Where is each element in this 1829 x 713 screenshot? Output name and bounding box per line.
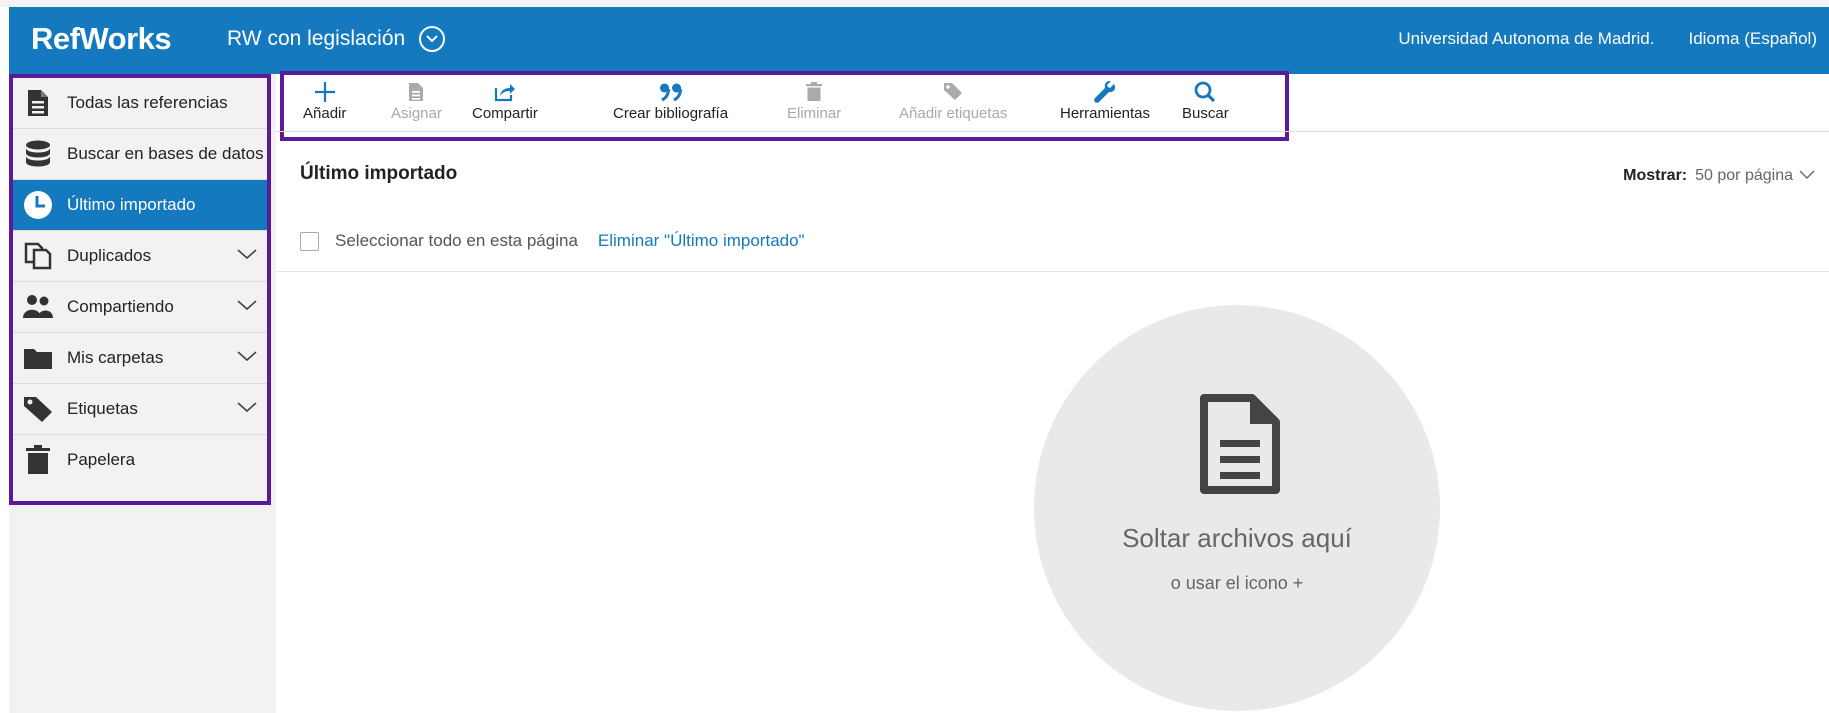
sidebar-item-label: Etiquetas <box>67 399 138 418</box>
sidebar-item-label: Todas las referencias <box>67 93 228 112</box>
create-bibliography-button[interactable]: Crear bibliografía <box>613 81 728 122</box>
plus-icon <box>314 81 336 103</box>
tools-button[interactable]: Herramientas <box>1060 81 1150 122</box>
bibliography-label: Crear bibliografía <box>613 105 729 122</box>
trash-icon <box>806 81 823 103</box>
sidebar-item-all-references[interactable]: Todas las referencias <box>13 78 267 129</box>
tag-icon <box>943 81 963 103</box>
chevron-down-icon[interactable] <box>237 245 257 265</box>
project-selector[interactable]: RW con legislación <box>227 26 446 52</box>
sidebar-item-duplicates[interactable]: Duplicados <box>13 231 267 282</box>
sidebar-item-label: Buscar en bases de datos <box>67 144 264 163</box>
chevron-down-icon[interactable] <box>237 347 257 367</box>
sidebar-item-label: Duplicados <box>67 246 152 265</box>
search-button[interactable]: Buscar <box>1182 81 1229 122</box>
sidebar-item-last-imported[interactable]: Último importado <box>13 180 267 231</box>
dropzone-title: Soltar archivos aquí <box>1122 523 1352 553</box>
share-icon <box>494 81 516 103</box>
header-bar: RefWorks RW con legislación Universidad … <box>9 7 1829 74</box>
select-all-checkbox[interactable] <box>300 231 319 251</box>
project-name: RW con legislación <box>227 27 406 50</box>
share-button[interactable]: Compartir <box>472 81 538 122</box>
document-icon <box>408 81 424 103</box>
toolbar-divider <box>276 131 1829 132</box>
institution-link[interactable]: Universidad Autonoma de Madrid. <box>1398 29 1654 49</box>
add-tags-label: Añadir etiquetas <box>899 105 1008 122</box>
sidebar: Todas las referencias Buscar en bases de… <box>9 74 276 713</box>
delete-label: Eliminar <box>787 105 842 122</box>
content-divider <box>276 271 1829 272</box>
sidebar-item-label: Papelera <box>67 450 136 469</box>
chevron-down-icon[interactable] <box>237 398 257 418</box>
dropzone-hint: o usar el icono + <box>1170 573 1304 593</box>
chevron-down-icon[interactable] <box>419 26 446 52</box>
users-icon <box>23 294 53 320</box>
sidebar-item-label: Último importado <box>67 195 196 214</box>
quote-icon <box>659 81 683 103</box>
add-label: Añadir <box>303 105 347 122</box>
top-strip <box>0 0 1829 7</box>
add-button[interactable]: Añadir <box>303 81 346 122</box>
language-selector[interactable]: Idioma (Español) <box>1688 29 1817 49</box>
sidebar-item-sharing[interactable]: Compartiendo <box>13 282 267 333</box>
sidebar-item-search-databases[interactable]: Buscar en bases de datos <box>13 129 267 180</box>
sidebar-list: Todas las referencias Buscar en bases de… <box>9 74 271 505</box>
assign-label: Asignar <box>391 105 442 122</box>
chevron-down-icon <box>1799 167 1815 185</box>
file-dropzone[interactable]: Soltar archivos aquí o usar el icono + <box>1034 305 1440 711</box>
share-label: Compartir <box>472 105 538 122</box>
show-label: Mostrar: <box>1623 167 1688 184</box>
selection-row: Seleccionar todo en esta página Eliminar… <box>300 231 805 251</box>
page-size-control: Mostrar: 50 por página <box>1623 167 1815 185</box>
wrench-icon <box>1094 81 1116 103</box>
delete-last-imported-link[interactable]: Eliminar "Último importado" <box>598 231 805 251</box>
page-size-value: 50 por página <box>1695 167 1793 184</box>
app-window: RefWorks RW con legislación Universidad … <box>9 7 1829 713</box>
database-icon <box>23 140 53 168</box>
add-tags-button[interactable]: Añadir etiquetas <box>899 81 1007 122</box>
trash-icon <box>23 445 53 475</box>
document-icon <box>23 89 53 117</box>
sidebar-item-label: Compartiendo <box>67 297 174 316</box>
tag-icon <box>23 395 53 423</box>
clock-icon <box>23 190 53 220</box>
delete-button[interactable]: Eliminar <box>787 81 841 122</box>
assign-button[interactable]: Asignar <box>391 81 442 122</box>
sidebar-item-my-folders[interactable]: Mis carpetas <box>13 333 267 384</box>
duplicates-icon <box>23 242 53 270</box>
select-all-label[interactable]: Seleccionar todo en esta página <box>335 231 578 251</box>
document-icon <box>1200 394 1280 499</box>
page-title: Último importado <box>300 163 458 184</box>
folder-icon <box>23 346 53 370</box>
app-logo[interactable]: RefWorks <box>31 21 172 57</box>
chevron-down-icon[interactable] <box>237 296 257 316</box>
sidebar-item-label: Mis carpetas <box>67 348 164 367</box>
sidebar-item-trash[interactable]: Papelera <box>13 435 267 485</box>
sidebar-item-tags[interactable]: Etiquetas <box>13 384 267 435</box>
tools-label: Herramientas <box>1060 105 1151 122</box>
search-icon <box>1194 81 1216 103</box>
page-size-dropdown[interactable]: 50 por página <box>1695 167 1815 185</box>
search-label: Buscar <box>1182 105 1229 122</box>
